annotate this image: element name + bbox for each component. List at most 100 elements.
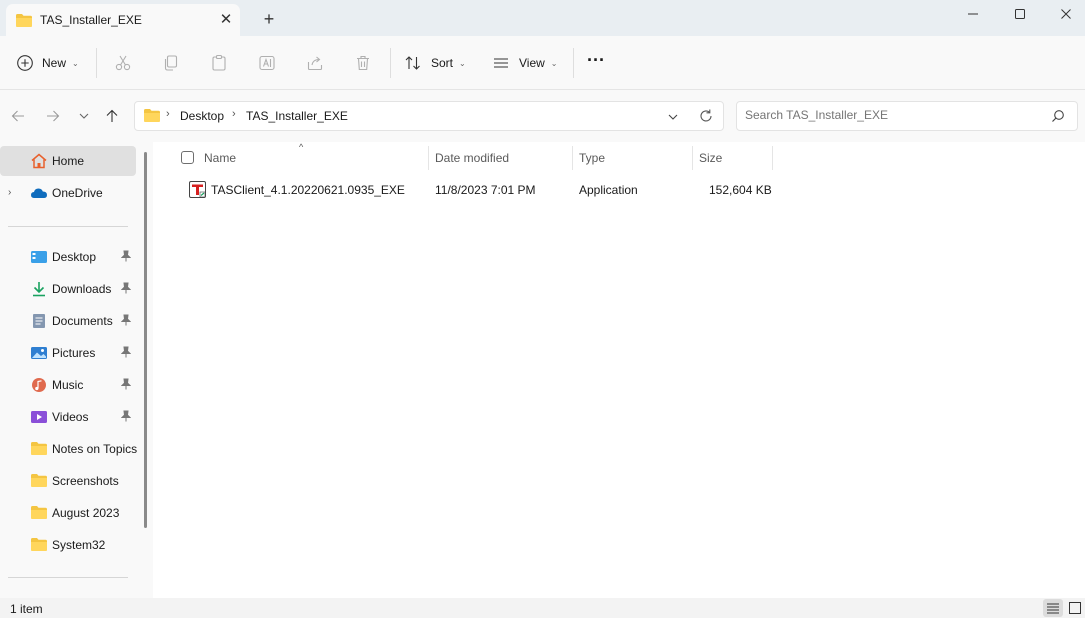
breadcrumb-desktop[interactable]: Desktop xyxy=(180,109,224,123)
column-divider[interactable] xyxy=(572,146,573,170)
table-row[interactable]: TASClient_4.1.20220621.0935_EXE 11/8/202… xyxy=(181,178,781,200)
rename-icon xyxy=(259,55,275,71)
file-size: 152,604 KB xyxy=(709,183,772,197)
cloud-icon xyxy=(30,185,48,201)
address-bar[interactable]: › Desktop › TAS_Installer_EXE xyxy=(134,101,724,131)
minimize-icon xyxy=(968,13,978,15)
chevron-down-icon: ⌄ xyxy=(72,58,79,68)
close-window-button[interactable] xyxy=(1043,0,1085,28)
sidebar-item-videos[interactable]: Videos xyxy=(0,402,136,432)
folder-icon xyxy=(30,505,48,521)
copy-icon xyxy=(164,55,178,71)
chevron-down-icon xyxy=(668,114,678,120)
delete-icon xyxy=(357,55,369,71)
refresh-icon xyxy=(700,109,712,122)
sidebar-item-label: Home xyxy=(52,154,85,168)
recent-locations-button[interactable] xyxy=(73,105,95,127)
file-list: ^ Name Date modified Type Size TASClient… xyxy=(153,142,1085,598)
folder-icon xyxy=(30,537,48,553)
file-type: Application xyxy=(579,183,638,197)
up-button[interactable] xyxy=(101,105,123,127)
maximize-button[interactable] xyxy=(997,0,1043,28)
column-header-size[interactable]: Size xyxy=(699,151,722,175)
sidebar-item-label: Videos xyxy=(52,410,89,424)
pin-icon xyxy=(120,346,132,361)
copy-button[interactable] xyxy=(159,51,183,75)
sidebar-item-home[interactable]: Home xyxy=(0,146,136,176)
folder-icon xyxy=(143,108,161,126)
more-options-button[interactable]: ··· xyxy=(587,46,605,74)
select-all-checkbox[interactable] xyxy=(181,151,194,164)
tiles-view-button[interactable] xyxy=(1065,599,1085,617)
address-row: › Desktop › TAS_Installer_EXE xyxy=(0,90,1085,142)
folder-icon xyxy=(30,473,48,489)
new-tab-button[interactable]: + xyxy=(257,8,281,30)
sidebar-item-label: System32 xyxy=(52,538,106,552)
back-button[interactable] xyxy=(7,105,29,127)
sidebar-item-notes-on-topics[interactable]: Notes on Topics xyxy=(0,434,138,464)
pictures-icon xyxy=(30,345,48,361)
paste-button[interactable] xyxy=(207,51,231,75)
application-icon xyxy=(189,181,206,201)
arrow-up-icon xyxy=(106,109,118,122)
breadcrumb-current-folder[interactable]: TAS_Installer_EXE xyxy=(246,109,348,123)
sidebar-item-label: Desktop xyxy=(52,250,97,264)
breadcrumb-separator: › xyxy=(232,108,236,120)
sort-label: Sort xyxy=(431,56,454,70)
sidebar-item-onedrive[interactable]: › OneDrive xyxy=(0,178,136,208)
column-divider[interactable] xyxy=(772,146,773,170)
details-view-icon xyxy=(1047,603,1059,614)
sidebar-item-august-2023[interactable]: August 2023 xyxy=(0,498,136,528)
desktop-icon xyxy=(30,249,48,265)
search-icon xyxy=(1051,109,1065,126)
documents-icon xyxy=(30,313,48,329)
chevron-down-icon: ⌄ xyxy=(550,58,558,68)
column-header-date-modified[interactable]: Date modified xyxy=(435,151,509,175)
view-button[interactable]: View ⌄ xyxy=(492,49,558,77)
sidebar-item-documents[interactable]: Documents xyxy=(0,306,136,336)
title-bar: TAS_Installer_EXE ✕ + xyxy=(0,0,1085,36)
address-history-button[interactable] xyxy=(668,111,678,125)
details-view-button[interactable] xyxy=(1043,599,1063,617)
search-input[interactable] xyxy=(745,108,1045,122)
sidebar-item-label: Pictures xyxy=(52,346,96,360)
sidebar-item-screenshots[interactable]: Screenshots xyxy=(0,466,136,496)
sidebar-item-label: Documents xyxy=(52,314,113,328)
file-name[interactable]: TASClient_4.1.20220621.0935_EXE xyxy=(211,183,405,197)
sidebar-item-pictures[interactable]: Pictures xyxy=(0,338,136,368)
column-header-type[interactable]: Type xyxy=(579,151,605,175)
delete-button[interactable] xyxy=(351,51,375,75)
tiles-view-icon xyxy=(1069,602,1081,614)
toolbar-divider xyxy=(390,48,391,78)
column-divider[interactable] xyxy=(692,146,693,170)
plus-circle-icon xyxy=(17,55,33,71)
forward-button[interactable] xyxy=(42,105,64,127)
sidebar-item-desktop[interactable]: Desktop xyxy=(0,242,136,272)
share-button[interactable] xyxy=(303,51,327,75)
search-box[interactable] xyxy=(736,101,1078,131)
sidebar-item-downloads[interactable]: Downloads xyxy=(0,274,136,304)
sidebar-scrollbar[interactable] xyxy=(144,152,147,528)
new-button[interactable]: New ⌄ xyxy=(16,49,79,77)
rename-button[interactable] xyxy=(255,51,279,75)
active-tab[interactable]: TAS_Installer_EXE ✕ xyxy=(6,4,240,36)
file-date-modified: 11/8/2023 7:01 PM xyxy=(435,183,536,197)
maximize-icon xyxy=(1015,9,1025,19)
sidebar-item-music[interactable]: Music xyxy=(0,370,136,400)
cut-icon xyxy=(115,55,131,71)
cut-button[interactable] xyxy=(111,51,135,75)
sidebar-item-label: Notes on Topics xyxy=(52,442,138,456)
new-label: New xyxy=(42,56,67,70)
videos-icon xyxy=(30,409,48,425)
minimize-button[interactable] xyxy=(950,0,996,28)
sort-button[interactable]: Sort ⌄ xyxy=(404,49,466,77)
close-tab-button[interactable]: ✕ xyxy=(216,10,236,30)
chevron-right-icon[interactable]: › xyxy=(8,187,11,198)
pin-icon xyxy=(120,378,132,393)
chevron-down-icon: ⌄ xyxy=(459,58,466,68)
sidebar-item-system32[interactable]: System32 xyxy=(0,530,136,560)
column-header-name[interactable]: Name xyxy=(204,151,236,175)
column-divider[interactable] xyxy=(428,146,429,170)
toolbar-divider xyxy=(96,48,97,78)
refresh-button[interactable] xyxy=(698,108,714,127)
